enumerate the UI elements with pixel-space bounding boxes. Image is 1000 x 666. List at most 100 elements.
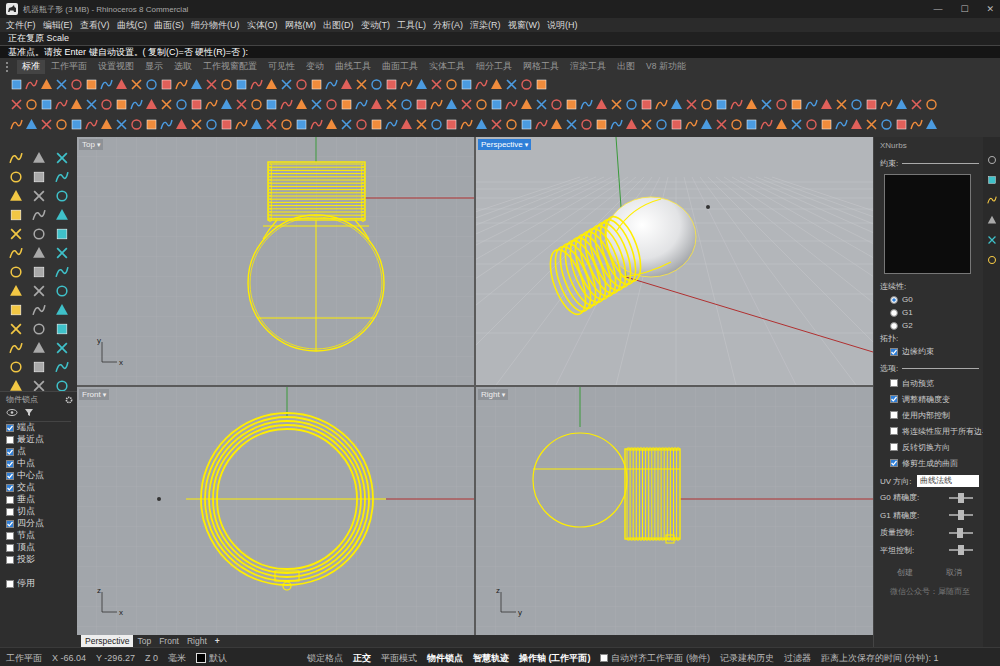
- tool-button[interactable]: [29, 206, 49, 224]
- tool-icon[interactable]: [280, 78, 293, 91]
- tool-button[interactable]: [6, 149, 26, 167]
- tool-icon[interactable]: [100, 98, 113, 111]
- tool-icon[interactable]: [9, 284, 23, 298]
- toolbar-tab[interactable]: 变动: [301, 60, 329, 74]
- tool-icon[interactable]: [10, 78, 23, 91]
- tool-icon[interactable]: [9, 322, 23, 336]
- toolbar-tab[interactable]: 工作平面: [46, 60, 92, 74]
- tool-icon[interactable]: [925, 118, 938, 131]
- viewport-title[interactable]: Right ▾: [478, 389, 508, 400]
- tool-icon[interactable]: [775, 98, 788, 111]
- toolbar-tab[interactable]: 曲面工具: [377, 60, 423, 74]
- tool-icon[interactable]: [580, 98, 593, 111]
- tool-button[interactable]: [29, 187, 49, 205]
- tool-icon[interactable]: [475, 118, 488, 131]
- tool-icon[interactable]: [70, 78, 83, 91]
- tool-icon[interactable]: [265, 98, 278, 111]
- option-row[interactable]: 使用内部控制: [880, 407, 979, 423]
- status-toggle[interactable]: 正交: [353, 652, 371, 665]
- option-checkbox[interactable]: [890, 348, 898, 356]
- tool-icon[interactable]: [32, 265, 46, 279]
- tool-icon[interactable]: [40, 78, 53, 91]
- bulb-model[interactable]: [543, 197, 696, 319]
- tool-icon[interactable]: [130, 118, 143, 131]
- tool-icon[interactable]: [340, 78, 353, 91]
- tool-icon[interactable]: [415, 98, 428, 111]
- tool-icon[interactable]: [430, 118, 443, 131]
- continuity-option[interactable]: G1: [880, 306, 979, 319]
- osnap-item[interactable]: 交点: [6, 482, 77, 494]
- tool-icon[interactable]: [10, 98, 23, 111]
- slider-thumb[interactable]: [958, 510, 964, 520]
- tool-icon[interactable]: [9, 170, 23, 184]
- tool-icon[interactable]: [987, 235, 997, 245]
- tool-icon[interactable]: [55, 208, 69, 222]
- tool-icon[interactable]: [70, 98, 83, 111]
- tool-icon[interactable]: [190, 78, 203, 91]
- tool-icon[interactable]: [700, 118, 713, 131]
- tool-icon[interactable]: [85, 78, 98, 91]
- tool-icon[interactable]: [625, 118, 638, 131]
- auto-align[interactable]: 自动对齐工作平面 (物件): [600, 652, 710, 665]
- toolbar-tab[interactable]: 渲染工具: [565, 60, 611, 74]
- tool-icon[interactable]: [145, 78, 158, 91]
- tool-icon[interactable]: [32, 151, 46, 165]
- tool-icon[interactable]: [520, 118, 533, 131]
- tool-icon[interactable]: [730, 118, 743, 131]
- tool-button[interactable]: [52, 225, 72, 243]
- tool-button[interactable]: [6, 206, 26, 224]
- tool-icon[interactable]: [445, 118, 458, 131]
- tool-icon[interactable]: [460, 78, 473, 91]
- window-control[interactable]: ✕: [986, 4, 994, 14]
- tool-icon[interactable]: [625, 98, 638, 111]
- osnap-checkbox[interactable]: [6, 460, 14, 468]
- tool-icon[interactable]: [400, 118, 413, 131]
- status-toggle[interactable]: 平面模式: [381, 652, 417, 665]
- toolbar-tab[interactable]: 网格工具: [518, 60, 564, 74]
- tool-button[interactable]: [29, 301, 49, 319]
- tool-icon[interactable]: [490, 98, 503, 111]
- tool-icon[interactable]: [820, 118, 833, 131]
- window-control[interactable]: —: [933, 4, 942, 14]
- osnap-item[interactable]: 端点: [6, 422, 77, 434]
- toolbar-tab[interactable]: 出图: [612, 60, 640, 74]
- tool-button[interactable]: [52, 206, 72, 224]
- tool-button[interactable]: [52, 244, 72, 262]
- viewport-tab[interactable]: Front: [155, 635, 183, 647]
- tool-button[interactable]: [52, 358, 72, 376]
- tool-icon[interactable]: [325, 118, 338, 131]
- tool-button[interactable]: [29, 320, 49, 338]
- menu-item[interactable]: 网格(M): [285, 19, 317, 32]
- status-toggle[interactable]: 智慧轨迹: [473, 652, 509, 665]
- panel-tab[interactable]: [987, 175, 997, 185]
- tool-icon[interactable]: [790, 98, 803, 111]
- menu-item[interactable]: 查看(V): [80, 19, 110, 32]
- tool-button[interactable]: [29, 168, 49, 186]
- tool-icon[interactable]: [505, 98, 518, 111]
- tool-icon[interactable]: [385, 98, 398, 111]
- status-toggle[interactable]: 操作轴 (工作平面): [519, 652, 591, 665]
- toolbar-tab[interactable]: 细分工具: [471, 60, 517, 74]
- tool-icon[interactable]: [55, 303, 69, 317]
- tool-icon[interactable]: [265, 118, 278, 131]
- tool-icon[interactable]: [220, 78, 233, 91]
- radio-button[interactable]: [890, 309, 898, 317]
- viewport-title[interactable]: Top ▾: [79, 139, 103, 150]
- panel-tab[interactable]: [987, 235, 997, 245]
- tool-icon[interactable]: [130, 98, 143, 111]
- viewport-menu[interactable]: ▾: [103, 391, 107, 399]
- tool-icon[interactable]: [880, 98, 893, 111]
- tool-icon[interactable]: [235, 78, 248, 91]
- tool-icon[interactable]: [610, 98, 623, 111]
- constraint-list[interactable]: [884, 174, 971, 274]
- tool-icon[interactable]: [475, 98, 488, 111]
- tool-icon[interactable]: [400, 98, 413, 111]
- tool-icon[interactable]: [805, 118, 818, 131]
- tool-icon[interactable]: [987, 195, 997, 205]
- tool-icon[interactable]: [55, 98, 68, 111]
- tool-icon[interactable]: [355, 118, 368, 131]
- tool-icon[interactable]: [9, 341, 23, 355]
- tool-icon[interactable]: [9, 246, 23, 260]
- viewport-canvas[interactable]: [476, 137, 873, 385]
- option-checkbox[interactable]: [890, 395, 898, 403]
